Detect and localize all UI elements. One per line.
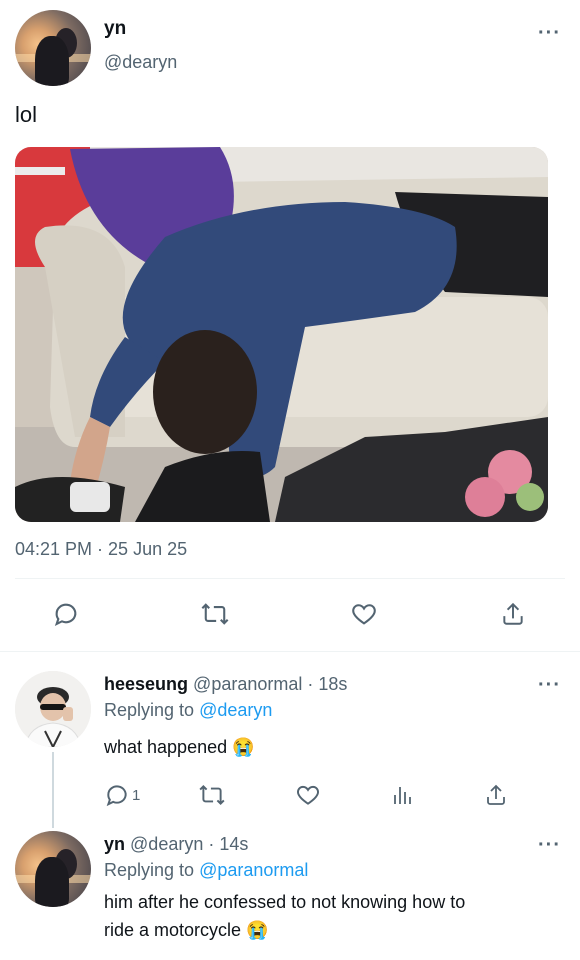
avatar[interactable]: [15, 831, 91, 907]
mention-link[interactable]: @paranormal: [199, 860, 308, 880]
reply-header: yn @dearyn · 14s: [104, 834, 248, 855]
retweet-icon[interactable]: [198, 782, 226, 808]
tweet-text-line-2: ride a motorcycle 😭: [104, 920, 269, 940]
tweet-text-line-1: him after he confessed to not knowing ho…: [104, 892, 466, 912]
tweet-text: what happened 😭: [104, 737, 255, 757]
relative-time[interactable]: 14s: [219, 834, 248, 854]
display-name[interactable]: yn: [104, 834, 125, 854]
more-options-icon[interactable]: ···: [538, 22, 561, 45]
thread-line: [52, 752, 54, 828]
mention-link[interactable]: @dearyn: [199, 700, 272, 720]
handle[interactable]: @dearyn: [104, 52, 177, 73]
handle[interactable]: @dearyn: [130, 834, 203, 854]
separator-dot: ·: [307, 674, 314, 694]
avatar[interactable]: [15, 10, 91, 86]
tweet-text: lol: [15, 102, 38, 127]
reply-icon[interactable]: [52, 600, 80, 628]
replying-to: Replying to @paranormal: [104, 860, 308, 881]
share-icon[interactable]: [500, 600, 526, 628]
handle[interactable]: @paranormal: [193, 674, 302, 694]
reply-icon[interactable]: [104, 782, 130, 808]
divider: [15, 578, 565, 579]
replying-label: Replying to: [104, 700, 195, 720]
timestamp[interactable]: 04:21 PM · 25 Jun 25: [15, 539, 187, 560]
like-icon[interactable]: [295, 782, 321, 808]
share-icon[interactable]: [484, 782, 508, 808]
like-icon[interactable]: [350, 600, 378, 628]
divider: [0, 651, 580, 652]
more-options-icon[interactable]: ···: [538, 674, 561, 697]
reply-count: 1: [132, 787, 141, 804]
separator-dot: ·: [208, 834, 215, 854]
analytics-icon[interactable]: [392, 782, 414, 808]
retweet-icon[interactable]: [200, 600, 230, 628]
tweet-photo[interactable]: [15, 147, 548, 522]
replying-to: Replying to @dearyn: [104, 700, 272, 721]
relative-time[interactable]: 18s: [318, 674, 347, 694]
reply-header: heeseung @paranormal · 18s: [104, 674, 347, 695]
more-options-icon[interactable]: ···: [538, 834, 561, 857]
replying-label: Replying to: [104, 860, 195, 880]
display-name[interactable]: heeseung: [104, 674, 188, 694]
avatar[interactable]: [15, 671, 91, 747]
display-name[interactable]: yn: [104, 18, 126, 40]
